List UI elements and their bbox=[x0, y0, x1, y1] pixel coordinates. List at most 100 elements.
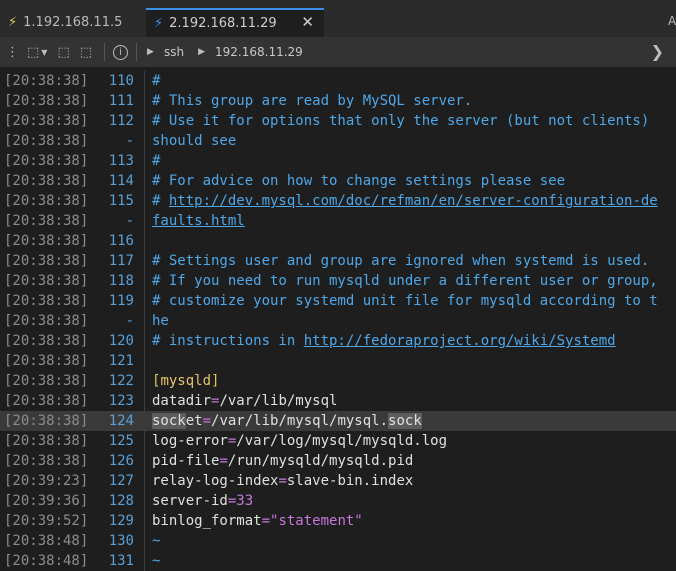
line-number: 116 bbox=[108, 233, 134, 249]
drag-handle-icon[interactable]: ⋮ bbox=[6, 45, 19, 60]
code-token: = bbox=[261, 513, 271, 529]
breadcrumb-label: 192.168.11.29 bbox=[215, 45, 303, 59]
line-content: # For advice on how to change settings p… bbox=[152, 171, 565, 191]
code-token: # This group are read by MySQL server. bbox=[152, 93, 473, 109]
line-content: # http://dev.mysql.com/doc/refman/en/ser… bbox=[152, 191, 658, 211]
line-content: # If you need to run mysqld under a diff… bbox=[152, 271, 658, 291]
line-number: - bbox=[125, 313, 134, 329]
line-content: log-error=/var/log/mysql/mysqld.log bbox=[152, 431, 447, 451]
code-token: sock bbox=[388, 413, 422, 429]
line-content: should see bbox=[152, 131, 236, 151]
line-number: 120 bbox=[108, 333, 134, 349]
terminal-line: [20:38:38] 126 pid-file=/run/mysqld/mysqld… bbox=[0, 451, 676, 471]
code-token: # bbox=[152, 193, 169, 209]
hyperlink: http://fedoraproject.org/wiki/Systemd bbox=[303, 333, 616, 349]
line-content: # This group are read by MySQL server. bbox=[152, 91, 472, 111]
toolbar-divider bbox=[136, 43, 138, 61]
line-number: 125 bbox=[108, 433, 134, 449]
code-token: log-error bbox=[152, 433, 228, 449]
tab-overflow-label[interactable]: A bbox=[668, 14, 676, 28]
terminal-line: [20:38:38] 116 bbox=[0, 231, 676, 251]
tab-session-1[interactable]: ⚡︎ 1.192.168.11.5 bbox=[0, 8, 146, 37]
timestamp: [20:38:38] bbox=[4, 73, 89, 89]
line-content: # bbox=[152, 151, 160, 171]
terminal-line: [20:38:38] 117 # Settings user and group a… bbox=[0, 251, 676, 271]
toolbar-divider bbox=[104, 43, 106, 61]
terminal-line: [20:38:38] - he bbox=[0, 311, 676, 331]
code-token: # bbox=[152, 153, 161, 169]
timestamp: [20:38:38] bbox=[4, 133, 89, 149]
line-content: # bbox=[152, 71, 160, 91]
line-content: relay-log-index=slave-bin.index bbox=[152, 471, 413, 491]
line-content: ~ bbox=[152, 531, 160, 551]
line-content: binlog_format="statement" bbox=[152, 511, 363, 531]
code-token: et bbox=[185, 413, 203, 429]
timestamp: [20:38:38] bbox=[4, 173, 89, 189]
line-content: datadir=/var/lib/mysql bbox=[152, 391, 337, 411]
code-token: ~ bbox=[152, 553, 161, 569]
terminal-line: [20:38:38] - should see bbox=[0, 131, 676, 151]
code-token: = bbox=[278, 473, 287, 489]
line-number: 127 bbox=[108, 473, 134, 489]
terminal-line: [20:39:23] 127 relay-log-index=slave-bin.i… bbox=[0, 471, 676, 491]
line-content: pid-file=/run/mysqld/mysqld.pid bbox=[152, 451, 413, 471]
timestamp: [20:39:52] bbox=[4, 513, 89, 529]
hyperlink: faults.html bbox=[152, 213, 245, 229]
close-icon[interactable]: ✕ bbox=[301, 13, 314, 31]
line-number: 112 bbox=[108, 113, 134, 129]
line-number: 122 bbox=[108, 373, 134, 389]
line-number: 128 bbox=[108, 493, 134, 509]
line-number: 117 bbox=[108, 253, 134, 269]
timestamp: [20:39:36] bbox=[4, 493, 89, 509]
line-content: # instructions in http://fedoraproject.o… bbox=[152, 331, 616, 351]
terminal-line: [20:38:38] 124 socket=/var/lib/mysql/mysql… bbox=[0, 411, 676, 431]
line-number: 124 bbox=[108, 413, 134, 429]
line-content: # Use it for options that only the serve… bbox=[152, 111, 649, 131]
chevron-down-icon[interactable]: ▼ bbox=[41, 48, 47, 57]
info-icon[interactable]: i bbox=[113, 44, 129, 60]
timestamp: [20:38:38] bbox=[4, 353, 89, 369]
line-number: 123 bbox=[108, 393, 134, 409]
terminal-line: [20:38:38] - faults.html bbox=[0, 211, 676, 231]
code-token: /var/log/mysql/mysqld.log bbox=[236, 433, 448, 449]
terminal-line: [20:38:38] 121 bbox=[0, 351, 676, 371]
toolbar: ⋮ ⬚ ▼ ⬚ ⬚ i ▶ ssh ▶ 192.168.11.29 ❯ bbox=[0, 37, 676, 67]
timestamp: [20:38:38] bbox=[4, 433, 89, 449]
code-token: # Settings user and group are ignored wh… bbox=[152, 253, 650, 269]
new-tab-icon[interactable]: ⬚ bbox=[57, 45, 69, 60]
terminal-line: [20:38:38] 110 # bbox=[0, 71, 676, 91]
code-token: = bbox=[219, 453, 228, 469]
line-number: 118 bbox=[108, 273, 134, 289]
tab-session-2[interactable]: ⚡︎ 2.192.168.11.29 ✕ bbox=[146, 8, 324, 37]
chevron-right-icon[interactable]: ❯ bbox=[651, 42, 664, 61]
duplicate-session-icon[interactable]: ⬚ bbox=[80, 45, 92, 60]
terminal-line: [20:38:38] 112 # Use it for options that o… bbox=[0, 111, 676, 131]
new-session-icon[interactable]: ⬚ bbox=[27, 45, 39, 60]
timestamp: [20:38:38] bbox=[4, 393, 89, 409]
code-token: ~ bbox=[152, 533, 161, 549]
breadcrumb-host[interactable]: ▶ 192.168.11.29 bbox=[198, 45, 303, 59]
caret-right-icon: ▶ bbox=[198, 47, 205, 57]
code-token: # customize your systemd unit file for m… bbox=[152, 293, 658, 309]
timestamp: [20:38:38] bbox=[4, 213, 89, 229]
tab-label: 2.192.168.11.29 bbox=[169, 16, 277, 31]
code-token: he bbox=[152, 313, 169, 329]
line-number: 114 bbox=[108, 173, 134, 189]
timestamp: [20:39:23] bbox=[4, 473, 89, 489]
code-token: server-id bbox=[152, 493, 228, 509]
line-content: [mysqld] bbox=[152, 371, 219, 391]
terminal-line: [20:39:36] 128 server-id=33 bbox=[0, 491, 676, 511]
breadcrumb-ssh[interactable]: ▶ ssh bbox=[147, 45, 184, 59]
timestamp: [20:38:48] bbox=[4, 533, 89, 549]
terminal-output[interactable]: [20:38:38] 110 # [20:38:38] 111 # This group … bbox=[0, 71, 676, 571]
code-token: datadir bbox=[152, 393, 212, 409]
timestamp: [20:38:38] bbox=[4, 413, 89, 429]
code-token: sock bbox=[152, 413, 186, 429]
timestamp: [20:38:38] bbox=[4, 93, 89, 109]
timestamp: [20:38:38] bbox=[4, 153, 89, 169]
code-token: = bbox=[202, 413, 212, 429]
terminal-line: [20:38:48] 131 ~ bbox=[0, 551, 676, 571]
terminal-line: [20:38:48] 130 ~ bbox=[0, 531, 676, 551]
timestamp: [20:38:48] bbox=[4, 553, 89, 569]
tab-bar: ⚡︎ 1.192.168.11.5 ⚡︎ 2.192.168.11.29 ✕ A bbox=[0, 0, 676, 37]
